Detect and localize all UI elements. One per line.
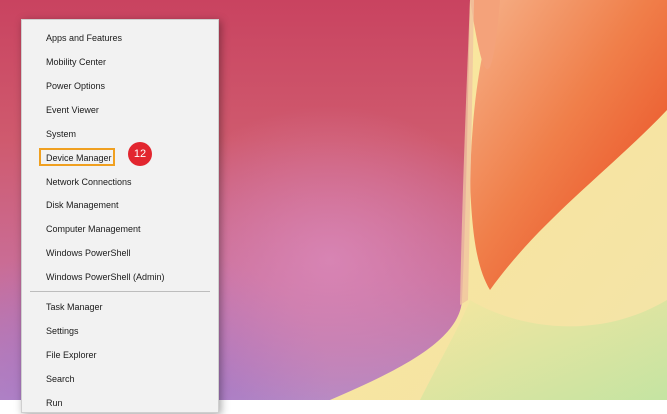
menu-item-disk-management[interactable]: Disk Management xyxy=(23,194,217,216)
winx-quick-link-menu: Apps and Features Mobility Center Power … xyxy=(21,19,219,413)
menu-separator xyxy=(30,291,210,292)
menu-item-label: File Explorer xyxy=(46,350,97,360)
menu-item-label: Computer Management xyxy=(46,224,141,234)
menu-item-label: Apps and Features xyxy=(46,33,123,43)
menu-item-label: Mobility Center xyxy=(46,57,107,67)
menu-item-label: System xyxy=(46,129,77,139)
menu-item-task-manager[interactable]: Task Manager xyxy=(23,296,217,318)
menu-item-windows-powershell-admin[interactable]: Windows PowerShell (Admin) xyxy=(23,266,217,288)
menu-item-network-connections[interactable]: Network Connections xyxy=(23,171,217,193)
menu-item-label: Settings xyxy=(46,326,79,336)
step-number-badge: 12 xyxy=(128,142,152,166)
menu-item-windows-powershell[interactable]: Windows PowerShell xyxy=(23,242,217,264)
menu-item-mobility-center[interactable]: Mobility Center xyxy=(23,51,217,73)
menu-item-label: Run xyxy=(46,398,63,408)
menu-item-label: Disk Management xyxy=(46,200,119,210)
menu-item-computer-management[interactable]: Computer Management xyxy=(23,218,217,240)
menu-item-run[interactable]: Run xyxy=(23,392,217,414)
menu-item-file-explorer[interactable]: File Explorer xyxy=(23,344,217,366)
menu-item-event-viewer[interactable]: Event Viewer xyxy=(23,99,217,121)
menu-item-label: Windows PowerShell (Admin) xyxy=(46,272,165,282)
menu-item-settings[interactable]: Settings xyxy=(23,320,217,342)
menu-item-label: Search xyxy=(46,374,75,384)
menu-item-power-options[interactable]: Power Options xyxy=(23,75,217,97)
menu-item-apps-and-features[interactable]: Apps and Features xyxy=(23,27,217,49)
menu-item-label: Event Viewer xyxy=(46,105,99,115)
device-manager-highlight-box xyxy=(39,148,115,166)
menu-item-search[interactable]: Search xyxy=(23,368,217,390)
menu-item-system[interactable]: System xyxy=(23,123,217,145)
menu-item-label: Windows PowerShell xyxy=(46,248,131,258)
menu-item-label: Power Options xyxy=(46,81,106,91)
menu-item-label: Network Connections xyxy=(46,177,132,187)
menu-item-label: Task Manager xyxy=(46,302,103,312)
